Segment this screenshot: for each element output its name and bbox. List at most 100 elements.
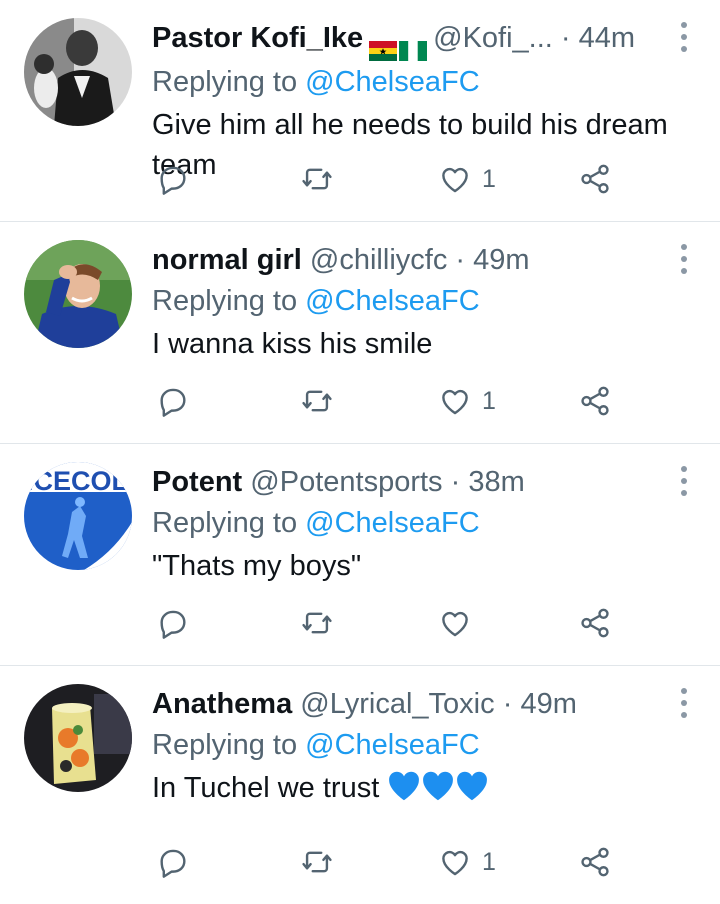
more-icon[interactable]	[678, 244, 690, 274]
tweet-text-body: In Tuchel we trust	[152, 772, 388, 804]
retweet-button[interactable]	[300, 381, 334, 421]
timestamp[interactable]: 38m	[468, 466, 524, 498]
avatar[interactable]	[24, 684, 132, 792]
like-icon	[442, 611, 468, 637]
more-icon[interactable]	[678, 22, 690, 52]
tweet[interactable]: ICECOLD Potent @Potentsports · 38m Reply…	[0, 444, 720, 666]
display-name[interactable]: Pastor Kofi_Ike	[152, 22, 363, 54]
more-icon[interactable]	[678, 688, 690, 718]
share-button[interactable]	[578, 159, 612, 199]
retweet-icon	[302, 851, 332, 873]
avatar-text: ICECOLD	[26, 466, 132, 496]
tweet-actions	[152, 603, 632, 643]
tweet-actions: 1	[152, 842, 632, 882]
user-handle[interactable]: @Lyrical_Toxic	[300, 688, 494, 720]
like-button[interactable]: 1	[438, 159, 496, 199]
like-icon	[442, 167, 468, 193]
more-icon[interactable]	[678, 466, 690, 496]
blue-heart-icon	[457, 771, 488, 801]
separator-dot: ·	[502, 688, 513, 720]
reply-button[interactable]	[156, 603, 190, 643]
like-button[interactable]: 1	[438, 381, 496, 421]
ghana-flag-icon	[369, 32, 398, 61]
share-button[interactable]	[578, 842, 612, 882]
flag-emojis	[369, 21, 429, 61]
retweet-icon	[302, 168, 332, 190]
tweet-header: normal girl @chilliycfc · 49m	[152, 240, 672, 280]
retweet-icon	[302, 612, 332, 634]
mention-link[interactable]: @ChelseaFC	[305, 66, 480, 98]
tweet-header: Anathema @Lyrical_Toxic · 49m	[152, 684, 672, 724]
separator-dot: ·	[560, 22, 571, 54]
tweet-header: Pastor Kofi_Ike @Kofi_... · 44m	[152, 18, 672, 61]
tweet[interactable]: Anathema @Lyrical_Toxic · 49m Replying t…	[0, 666, 720, 904]
avatar[interactable]	[24, 240, 132, 348]
reply-button[interactable]	[156, 159, 190, 199]
like-icon	[442, 850, 468, 876]
timestamp[interactable]: 44m	[579, 22, 635, 54]
avatar[interactable]	[24, 18, 132, 126]
replying-label: Replying to	[152, 729, 306, 761]
tweet-actions: 1	[152, 381, 632, 421]
reply-button[interactable]	[156, 381, 190, 421]
tweet-text: I wanna kiss his smile	[152, 328, 433, 360]
avatar-image	[24, 240, 132, 348]
retweet-button[interactable]	[300, 842, 334, 882]
replying-label: Replying to	[152, 66, 306, 98]
replying-to: Replying to @ChelseaFC	[152, 724, 698, 766]
avatar-image: ICECOLD	[24, 462, 132, 570]
tweet[interactable]: Pastor Kofi_Ike @Kofi_... · 44m Replying …	[0, 0, 720, 222]
like-count: 1	[482, 847, 496, 876]
mention-link[interactable]: @ChelseaFC	[305, 507, 480, 539]
share-button[interactable]	[578, 603, 612, 643]
share-icon	[581, 847, 609, 877]
replying-to: Replying to @ChelseaFC	[152, 502, 698, 544]
avatar-image	[24, 18, 132, 126]
timestamp[interactable]: 49m	[473, 244, 529, 276]
share-icon	[581, 608, 609, 638]
like-count: 1	[482, 164, 496, 193]
separator-dot: ·	[455, 244, 466, 276]
blue-heart-icon	[423, 771, 454, 801]
replying-label: Replying to	[152, 507, 306, 539]
user-handle[interactable]: @Kofi_...	[433, 22, 553, 54]
display-name[interactable]: normal girl	[152, 244, 302, 276]
avatar-image	[24, 684, 132, 792]
like-button[interactable]: 1	[438, 842, 496, 882]
separator-dot: ·	[450, 466, 461, 498]
user-handle[interactable]: @chilliycfc	[310, 244, 447, 276]
blue-heart-emojis	[387, 771, 489, 804]
reply-icon	[160, 166, 186, 195]
tweet-header: Potent @Potentsports · 38m	[152, 462, 672, 502]
retweet-icon	[302, 390, 332, 412]
replying-label: Replying to	[152, 285, 306, 317]
like-button[interactable]	[438, 603, 482, 643]
tweet-text: "Thats my boys"	[152, 550, 362, 582]
display-name[interactable]: Potent	[152, 466, 242, 498]
share-button[interactable]	[578, 381, 612, 421]
user-handle[interactable]: @Potentsports	[250, 466, 442, 498]
tweet-text: In Tuchel we trust	[152, 768, 698, 808]
replying-to: Replying to @ChelseaFC	[152, 61, 698, 103]
reply-icon	[160, 849, 186, 878]
reply-button[interactable]	[156, 842, 190, 882]
retweet-button[interactable]	[300, 603, 334, 643]
timestamp[interactable]: 49m	[520, 688, 576, 720]
nigeria-flag-icon	[399, 32, 428, 61]
reply-feed: Pastor Kofi_Ike @Kofi_... · 44m Replying …	[0, 0, 720, 904]
share-icon	[581, 386, 609, 416]
tweet-actions: 1	[152, 159, 632, 199]
replying-to: Replying to @ChelseaFC	[152, 280, 698, 322]
like-icon	[442, 389, 468, 415]
retweet-button[interactable]	[300, 159, 334, 199]
share-icon	[581, 164, 609, 194]
reply-icon	[160, 388, 186, 417]
reply-icon	[160, 610, 186, 639]
avatar[interactable]: ICECOLD	[24, 462, 132, 570]
blue-heart-icon	[389, 771, 420, 801]
display-name[interactable]: Anathema	[152, 688, 292, 720]
tweet[interactable]: normal girl @chilliycfc · 49m Replying t…	[0, 222, 720, 444]
mention-link[interactable]: @ChelseaFC	[305, 729, 480, 761]
like-count: 1	[482, 386, 496, 415]
mention-link[interactable]: @ChelseaFC	[305, 285, 480, 317]
